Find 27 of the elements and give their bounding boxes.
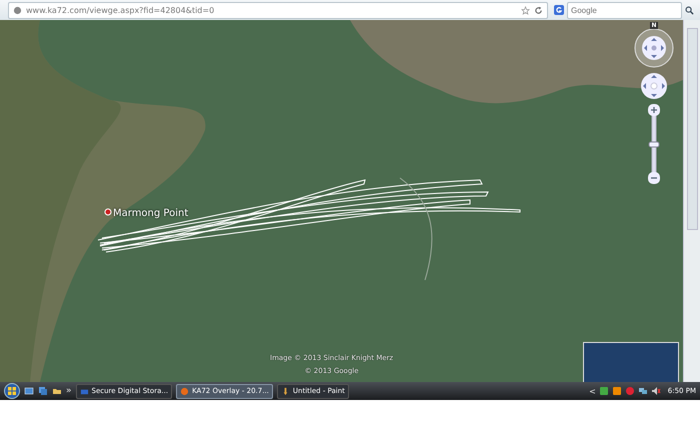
- app-icon: [80, 386, 89, 396]
- overflow-chevron[interactable]: »: [66, 386, 72, 396]
- look-control-icon[interactable]: [634, 28, 674, 68]
- place-pin-icon[interactable]: [104, 208, 112, 216]
- globe-icon: [13, 6, 22, 14]
- tray-expand-arrow[interactable]: <: [589, 386, 596, 396]
- app-icon: [180, 386, 190, 396]
- network-icon[interactable]: [638, 386, 648, 396]
- search-field[interactable]: Google: [567, 2, 682, 18]
- tray-icon[interactable]: [612, 386, 622, 396]
- star-icon[interactable]: [521, 6, 530, 14]
- search-icon[interactable]: [685, 6, 694, 14]
- scrollbar[interactable]: [683, 20, 700, 382]
- search-engine-icon[interactable]: [554, 5, 564, 15]
- tray-icon[interactable]: [624, 386, 635, 396]
- reload-icon[interactable]: [534, 6, 543, 14]
- folder-icon[interactable]: [52, 386, 62, 396]
- window-switch-icon[interactable]: [38, 386, 48, 396]
- tray-icon[interactable]: [598, 386, 609, 396]
- start-button-icon[interactable]: [4, 383, 20, 399]
- move-control-icon[interactable]: [640, 72, 668, 100]
- volume-icon[interactable]: [650, 386, 661, 396]
- address-field[interactable]: www.ka72.com/viewge.aspx?fid=42804&tid=0: [8, 2, 548, 18]
- zoom-slider-icon[interactable]: [648, 104, 660, 184]
- place-label[interactable]: Marmong Point: [113, 208, 188, 219]
- url-text: www.ka72.com/viewge.aspx?fid=42804&tid=0: [26, 6, 214, 14]
- desktop-icon[interactable]: [24, 386, 34, 396]
